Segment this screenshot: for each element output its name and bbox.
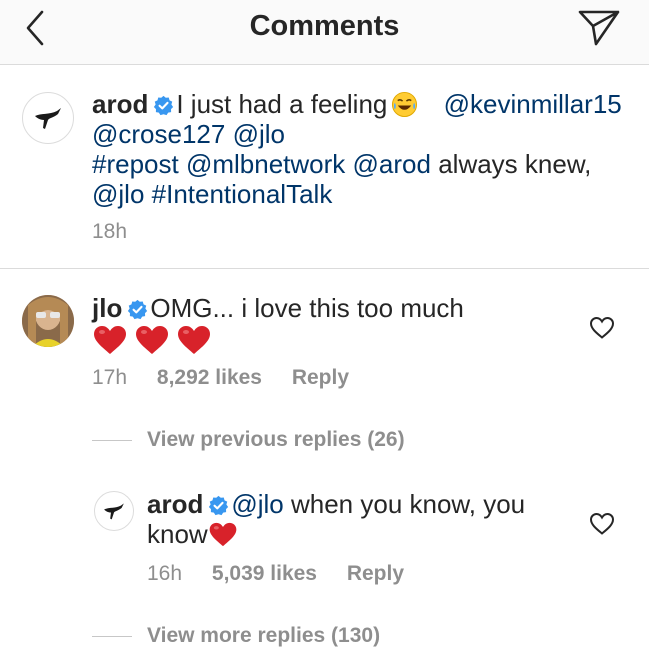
comment-likes-count[interactable]: 8,292 likes bbox=[157, 366, 262, 389]
like-button[interactable] bbox=[589, 512, 615, 536]
page-title: Comments bbox=[249, 10, 400, 42]
share-button[interactable] bbox=[574, 4, 624, 50]
mention-link[interactable]: @jlo bbox=[231, 489, 283, 519]
comment-meta: 17h 8,292 likes Reply bbox=[92, 366, 349, 390]
reply-text: arod @jlo when you know, you know bbox=[147, 489, 567, 549]
divider bbox=[0, 268, 649, 269]
comment-timestamp: 17h bbox=[92, 366, 128, 389]
arod-logo-icon bbox=[35, 108, 61, 129]
caption-timestamp: 18h bbox=[92, 220, 128, 243]
mention-link[interactable]: @jlo bbox=[92, 179, 144, 209]
arod-logo-icon bbox=[104, 503, 124, 520]
hashtag-link[interactable]: #IntentionalTalk bbox=[152, 179, 333, 209]
replies-divider-line bbox=[92, 636, 132, 637]
caption-line-1: arod I just had a feeling @kevinmillar15 bbox=[92, 89, 632, 119]
view-more-replies-button[interactable]: View more replies (130) bbox=[147, 624, 380, 648]
reply-timestamp: 16h bbox=[147, 562, 183, 585]
reply-line-2: know bbox=[147, 519, 567, 549]
red-heart-emoji-icon bbox=[94, 326, 126, 354]
caption-line-4: @jlo #IntentionalTalk bbox=[92, 179, 632, 209]
caption-line-3: #repost @mlbnetwork @arod always knew, bbox=[92, 149, 632, 179]
reply-button[interactable]: Reply bbox=[292, 366, 349, 389]
like-button[interactable] bbox=[589, 316, 615, 340]
avatar[interactable] bbox=[22, 295, 74, 347]
reply-text-1: when you know, you bbox=[290, 489, 526, 519]
mention-link[interactable]: @crose127 bbox=[92, 119, 225, 149]
caption-text-2: always knew, bbox=[438, 149, 592, 179]
mention-link[interactable]: @jlo bbox=[233, 119, 285, 149]
caption-text-1: I just had a feeling bbox=[176, 89, 388, 119]
laughing-emoji-icon bbox=[392, 91, 418, 118]
comment-text: jlo OMG... i love this too much bbox=[92, 293, 572, 323]
comment-hearts bbox=[92, 324, 218, 361]
heart-outline-icon bbox=[589, 512, 615, 535]
red-heart-emoji-icon bbox=[136, 326, 168, 354]
verified-badge-icon bbox=[154, 95, 174, 116]
heart-outline-icon bbox=[589, 316, 615, 339]
view-previous-replies-button[interactable]: View previous replies (26) bbox=[147, 428, 405, 452]
red-heart-emoji-icon bbox=[209, 522, 237, 547]
verified-badge-icon bbox=[128, 299, 148, 320]
reply-username[interactable]: arod bbox=[147, 489, 203, 519]
avatar[interactable] bbox=[94, 491, 134, 531]
user-photo-icon bbox=[22, 295, 74, 347]
verified-badge-icon bbox=[209, 495, 229, 516]
reply-line-1: arod @jlo when you know, you bbox=[147, 489, 567, 519]
mention-link[interactable]: @kevinmillar15 bbox=[444, 89, 622, 119]
hashtag-link[interactable]: #repost bbox=[92, 149, 179, 179]
paper-plane-icon bbox=[578, 10, 620, 46]
comment-username[interactable]: jlo bbox=[92, 293, 122, 323]
mention-link[interactable]: @mlbnetwork bbox=[186, 149, 345, 179]
reply-text-2: know bbox=[147, 519, 208, 549]
replies-divider-line bbox=[92, 440, 132, 441]
caption-username[interactable]: arod bbox=[92, 89, 148, 119]
reply-likes-count[interactable]: 5,039 likes bbox=[212, 562, 317, 585]
caption-line-2: @crose127 @jlo bbox=[92, 119, 632, 149]
reply-meta: 16h 5,039 likes Reply bbox=[147, 562, 404, 586]
comment-body: OMG... i love this too much bbox=[150, 293, 464, 323]
reply-button[interactable]: Reply bbox=[347, 562, 404, 585]
red-heart-emoji-icon bbox=[178, 326, 210, 354]
caption-text: arod I just had a feeling @kevinmillar15 … bbox=[92, 89, 632, 209]
mention-link[interactable]: @arod bbox=[353, 149, 431, 179]
avatar[interactable] bbox=[22, 92, 74, 144]
